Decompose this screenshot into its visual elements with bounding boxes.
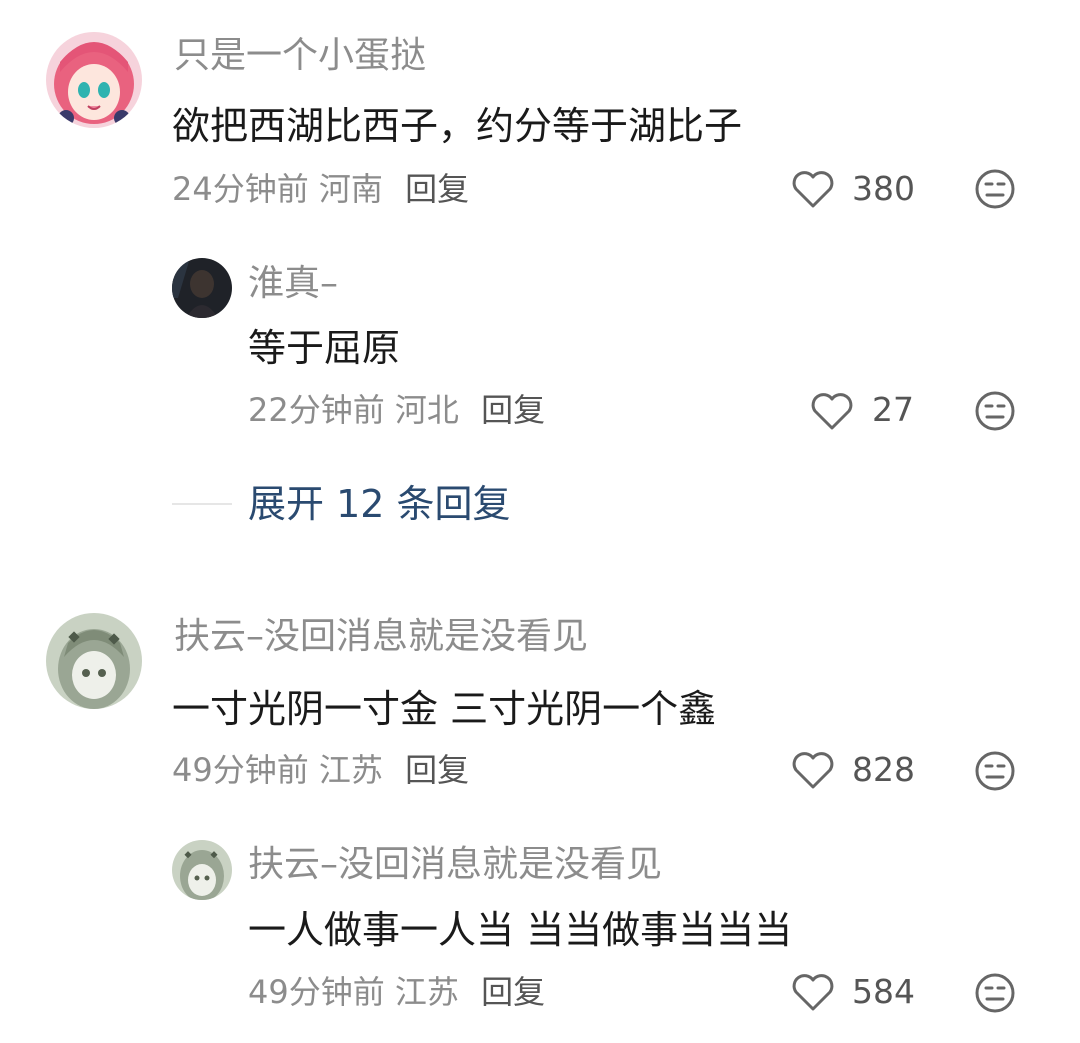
heart-outline-icon[interactable]	[810, 391, 854, 431]
expand-divider	[172, 503, 232, 505]
reply-location: 江苏	[394, 973, 459, 1011]
reply-username[interactable]: 扶云–没回消息就是没看见	[248, 843, 662, 887]
reply-button[interactable]: 回复	[405, 170, 469, 208]
comment-username[interactable]: 扶云–没回消息就是没看见	[174, 615, 588, 659]
reply-time: 49分钟前	[248, 973, 385, 1011]
like-count: 584	[852, 972, 915, 1011]
comment-meta: 49分钟前 江苏 回复	[172, 750, 469, 790]
reply-location: 河北	[394, 391, 459, 429]
like-count: 828	[852, 750, 915, 789]
meh-face-icon[interactable]	[974, 972, 1016, 1014]
heart-outline-icon[interactable]	[791, 972, 835, 1012]
meh-face-icon[interactable]	[974, 168, 1016, 210]
comment-text: 一寸光阴一寸金 三寸光阴一个鑫	[172, 687, 717, 731]
reply-avatar[interactable]	[172, 258, 232, 318]
comment-location: 江苏	[318, 751, 383, 789]
reply-meta: 22分钟前 河北 回复	[248, 390, 545, 430]
comment-username[interactable]: 只是一个小蛋挞	[174, 34, 426, 78]
reply-text: 一人做事一人当 当当做事当当当	[248, 908, 793, 952]
comment-text: 欲把西湖比西子，约分等于湖比子	[172, 104, 743, 148]
reply-time: 22分钟前	[248, 391, 385, 429]
reply-username[interactable]: 淮真–	[248, 262, 338, 306]
reply-avatar[interactable]	[172, 840, 232, 900]
avatar[interactable]	[46, 32, 142, 128]
meh-face-icon[interactable]	[974, 750, 1016, 792]
avatar[interactable]	[46, 613, 142, 709]
like-count: 380	[852, 169, 915, 208]
heart-outline-icon[interactable]	[791, 169, 835, 209]
heart-outline-icon[interactable]	[791, 750, 835, 790]
comment-time: 24分钟前	[172, 170, 309, 208]
reply-button[interactable]: 回复	[481, 391, 545, 429]
comment-meta: 24分钟前 河南 回复	[172, 169, 469, 209]
comment-time: 49分钟前	[172, 751, 309, 789]
reply-button[interactable]: 回复	[405, 751, 469, 789]
comment-location: 河南	[318, 170, 383, 208]
reply-meta: 49分钟前 江苏 回复	[248, 972, 545, 1012]
expand-replies-button[interactable]: 展开 12 条回复	[248, 481, 511, 527]
reply-text: 等于屈原	[248, 326, 401, 370]
reply-button[interactable]: 回复	[481, 973, 545, 1011]
meh-face-icon[interactable]	[974, 390, 1016, 432]
like-count: 27	[872, 390, 914, 429]
